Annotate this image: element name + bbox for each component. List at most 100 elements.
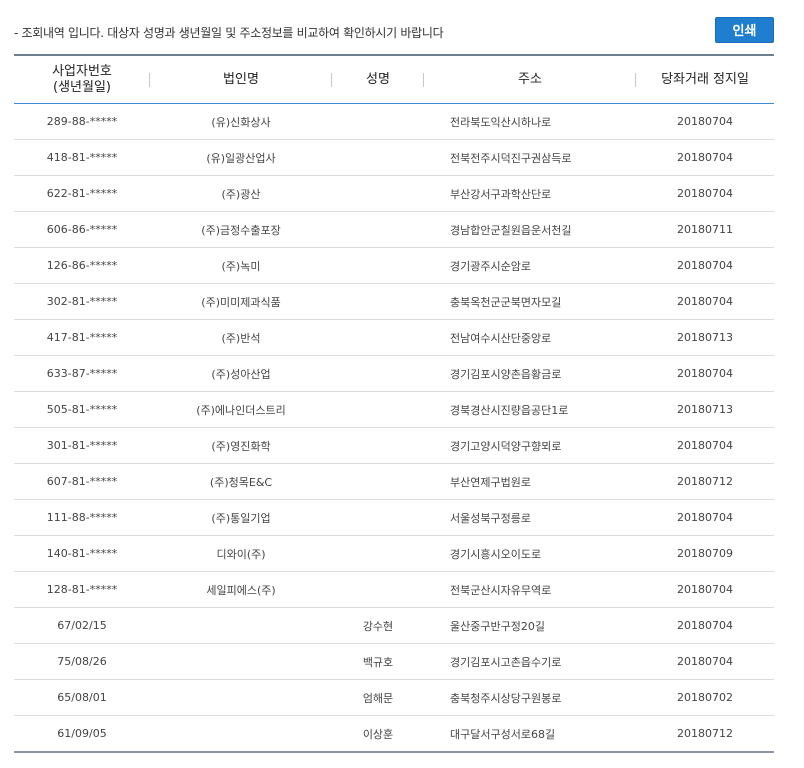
- cell-address: 전북전주시덕진구권삼득로: [424, 139, 636, 176]
- cell-name: [332, 355, 424, 392]
- cell-address: 경기고양시덕양구향뫼로: [424, 427, 636, 464]
- table-header-row: 사업자번호 (생년월일) 법인명 성명 주소 당좌거래 정지일: [14, 55, 774, 104]
- cell-address: 서울성북구정릉로: [424, 499, 636, 536]
- cell-business-number: 140-81-*****: [14, 535, 150, 572]
- cell-address: 울산중구반구정20길: [424, 607, 636, 644]
- cell-company: (주)영진화학: [150, 427, 332, 464]
- cell-name: 강수현: [332, 607, 424, 644]
- cell-address: 충북옥천군군북면자모길: [424, 283, 636, 320]
- cell-stop-date: 20180704: [636, 247, 774, 284]
- column-header-stop-date-label: 당좌거래 정지일: [661, 71, 749, 87]
- table-row: 417-81-***** (주)반석 전남여수시산단중앙로 20180713: [14, 319, 774, 356]
- cell-business-number: 606-86-*****: [14, 211, 150, 248]
- cell-company: 세일피에스(주): [150, 571, 332, 608]
- cell-address: 경기시흥시오이도로: [424, 535, 636, 572]
- cell-business-number: 607-81-*****: [14, 463, 150, 500]
- column-header-business-number-line2: (생년월일): [53, 79, 111, 95]
- cell-company: [150, 607, 332, 644]
- cell-name: [332, 283, 424, 320]
- cell-company: (주)성아산업: [150, 355, 332, 392]
- table-row: 67/02/15 강수현 울산중구반구정20길 20180704: [14, 607, 774, 644]
- cell-address: 경기김포시고촌읍수기로: [424, 643, 636, 680]
- cell-stop-date: 20180713: [636, 319, 774, 356]
- cell-address: 경북경산시진량읍공단1로: [424, 391, 636, 428]
- cell-address: 부산강서구과학산단로: [424, 175, 636, 212]
- cell-business-number: 505-81-*****: [14, 391, 150, 428]
- cell-name: [332, 571, 424, 608]
- cell-company: (유)일광산업사: [150, 139, 332, 176]
- cell-company: (주)녹미: [150, 247, 332, 284]
- cell-business-number: 75/08/26: [14, 643, 150, 680]
- column-header-company-label: 법인명: [223, 71, 259, 87]
- cell-business-number: 65/08/01: [14, 679, 150, 716]
- cell-business-number: 633-87-*****: [14, 355, 150, 392]
- cell-business-number: 418-81-*****: [14, 139, 150, 176]
- table-row: 418-81-***** (유)일광산업사 전북전주시덕진구권삼득로 20180704: [14, 139, 774, 176]
- column-header-business-number: 사업자번호 (생년월일): [14, 55, 150, 104]
- cell-company: (유)신화상사: [150, 103, 332, 140]
- cell-name: 엄해문: [332, 679, 424, 716]
- cell-name: 이상훈: [362, 727, 394, 741]
- cell-stop-date: 20180704: [636, 427, 774, 464]
- cell-business-number: 301-81-*****: [14, 427, 150, 464]
- table-row: 606-86-***** (주)금정수출포장 경남합안군칠원읍운서천길 2018071…: [14, 211, 774, 248]
- cell-stop-date: 20180709: [636, 535, 774, 572]
- cell-name: [332, 319, 424, 356]
- table-row: 633-87-***** (주)성아산업 경기김포시양촌읍황금로 20180704: [14, 355, 774, 392]
- cell-address: 경기광주시순암로: [424, 247, 636, 284]
- cell-stop-date: 20180711: [636, 211, 774, 248]
- table-row: 301-81-***** (주)영진화학 경기고양시덕양구향뫼로 20180704: [14, 427, 774, 464]
- cell-company: [150, 643, 332, 680]
- cell-stop-date: 20180704: [636, 355, 774, 392]
- column-header-name: 성명: [332, 55, 424, 104]
- cell-stop-date: 20180704: [636, 571, 774, 608]
- cell-address: 부산연제구법원로: [424, 463, 636, 500]
- cell-company: 디와이(주): [150, 535, 332, 572]
- cell-business-number: 417-81-*****: [14, 319, 150, 356]
- table-row: 126-86-***** (주)녹미 경기광주시순암로 20180704: [14, 247, 774, 284]
- cell-name: [332, 247, 424, 284]
- cell-stop-date: 20180713: [636, 391, 774, 428]
- table-row: 75/08/26 백규호 경기김포시고촌읍수기로 20180704: [14, 643, 774, 680]
- table-row: 607-81-***** (주)청목E&C 부산연제구법원로 20180712: [14, 463, 774, 500]
- table-row: 302-81-***** (주)미미제과식품 충북옥천군군북면자모길 20180704: [14, 283, 774, 320]
- cell-name: [332, 175, 424, 212]
- print-button[interactable]: 인쇄: [715, 17, 774, 43]
- table-row: 128-81-***** 세일피에스(주) 전북군산시자유무역로 20180704: [14, 571, 774, 608]
- cell-address: 충북청주시상당구원봉로: [424, 679, 636, 716]
- cell-business-number: 302-81-*****: [14, 283, 150, 320]
- cell-business-number: 622-81-*****: [14, 175, 150, 212]
- cell-name: [332, 211, 424, 248]
- cell-company: (주)반석: [150, 319, 332, 356]
- cell-stop-date: 20180704: [636, 283, 774, 320]
- cell-name: [332, 499, 424, 536]
- table-row: 622-81-***** (주)광산 부산강서구과학산단로 20180704: [14, 175, 774, 212]
- table-row: 505-81-***** (주)에나인더스트리 경북경산시진량읍공단1로 201807…: [14, 391, 774, 428]
- cell-address: 전라북도익산시하나로: [424, 103, 636, 140]
- cell-company: [150, 679, 332, 716]
- results-table: 사업자번호 (생년월일) 법인명 성명 주소 당좌거래 정지일 289-88-*…: [14, 54, 774, 753]
- cell-company: (주)통일기업: [150, 499, 332, 536]
- table-row: 61/09/05 이상훈 대구달서구성서로68길 20180712: [14, 716, 774, 753]
- cell-stop-date: 20180704: [636, 499, 774, 536]
- column-header-address-label: 주소: [518, 71, 542, 87]
- column-header-stop-date: 당좌거래 정지일: [636, 55, 774, 104]
- cell-address: 경기김포시양촌읍황금로: [424, 355, 636, 392]
- cell-name: [332, 139, 424, 176]
- cell-business-number: 111-88-*****: [14, 499, 150, 536]
- cell-business-number: 67/02/15: [14, 607, 150, 644]
- cell-company: [150, 716, 332, 753]
- table-body: 289-88-***** (유)신화상사 전라북도익산시하나로 20180704 418…: [14, 103, 774, 753]
- cell-stop-date: 20180704: [636, 175, 774, 212]
- cell-address: 대구달서구성서로68길: [450, 727, 556, 741]
- column-header-address: 주소: [424, 55, 636, 104]
- cell-business-number: 126-86-*****: [14, 247, 150, 284]
- cell-stop-date: 20180704: [636, 139, 774, 176]
- cell-business-number: 289-88-*****: [14, 103, 150, 140]
- column-header-name-label: 성명: [366, 71, 390, 87]
- table-row: 111-88-***** (주)통일기업 서울성북구정릉로 20180704: [14, 499, 774, 536]
- cell-name: 백규호: [332, 643, 424, 680]
- cell-name: [332, 103, 424, 140]
- table-row: 289-88-***** (유)신화상사 전라북도익산시하나로 20180704: [14, 103, 774, 140]
- cell-stop-date: 20180704: [636, 103, 774, 140]
